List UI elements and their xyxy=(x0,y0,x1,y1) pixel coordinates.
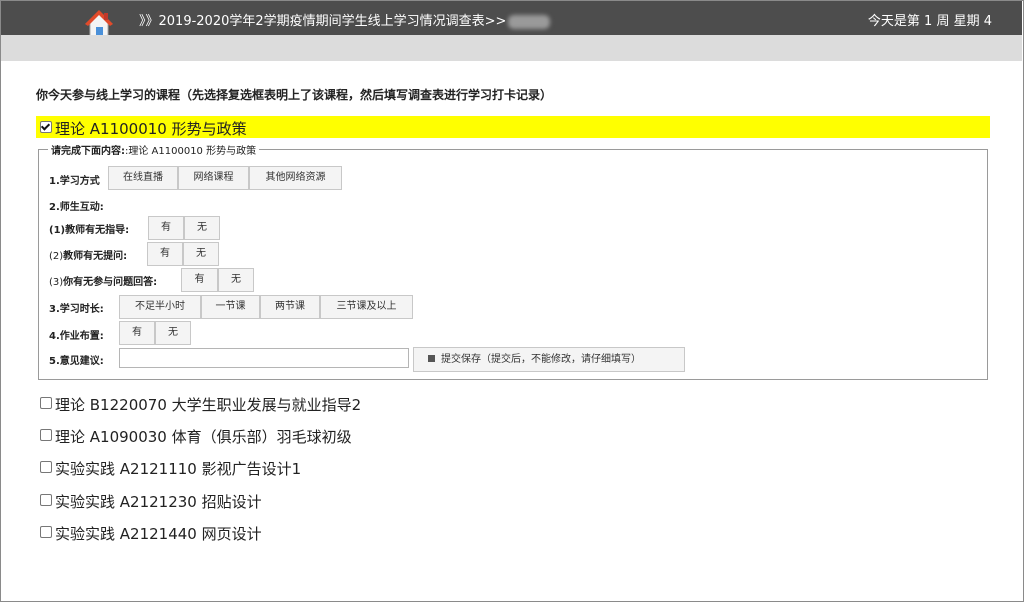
redacted-name xyxy=(508,14,551,29)
checkbox-icon[interactable] xyxy=(40,429,52,441)
answering-yes[interactable]: 有 xyxy=(181,268,218,292)
week-indicator: 今天是第 1 周 星期 4 xyxy=(867,14,992,29)
course-item-active[interactable]: 理论 A1100010 形势与政策 xyxy=(36,116,990,138)
course-item[interactable]: 实验实践 A2121440 网页设计 xyxy=(36,521,636,543)
suggestion-label: 5.意见建议: xyxy=(49,356,104,367)
course-label: 理论 A1100010 形势与政策 xyxy=(55,120,247,138)
breadcrumb-title: 》》2019-2020学年2学期疫情期间学生线上学习情况调查表>> xyxy=(139,10,551,29)
answering-text: 你有无参与问题回答: xyxy=(63,277,158,288)
answering-num: (3) xyxy=(49,277,64,288)
option-live-stream[interactable]: 在线直播 xyxy=(108,166,178,190)
checkbox-icon[interactable] xyxy=(40,526,52,538)
submit-label: 提交保存（提交后，不能修改，请仔细填写） xyxy=(441,354,641,365)
option-online-course[interactable]: 网络课程 xyxy=(178,166,249,190)
course-label: 理论 A1090030 体育（俱乐部）羽毛球初级 xyxy=(55,428,352,446)
course-item[interactable]: 理论 A1090030 体育（俱乐部）羽毛球初级 xyxy=(36,424,636,446)
questioning-no[interactable]: 无 xyxy=(183,242,219,266)
guidance-label: (1)教师有无指导: xyxy=(49,225,130,236)
course-label: 理论 B1220070 大学生职业发展与就业指导2 xyxy=(55,396,362,414)
guidance-no[interactable]: 无 xyxy=(184,216,220,240)
course-item[interactable]: 理论 B1220070 大学生职业发展与就业指导2 xyxy=(36,392,636,414)
course-item[interactable]: 实验实践 A2121110 影视广告设计1 xyxy=(36,456,636,478)
course-item[interactable]: 实验实践 A2121230 招贴设计 xyxy=(36,489,636,511)
course-label: 实验实践 A2121110 影视广告设计1 xyxy=(55,460,302,478)
question-heading: 你今天参与线上学习的课程（先选择复选框表明上了该课程，然后填写调查表进行学习打卡… xyxy=(36,88,553,102)
sub-bar xyxy=(1,35,1022,61)
guidance-yes[interactable]: 有 xyxy=(148,216,184,240)
questioning-text: 教师有无提问: xyxy=(63,251,128,262)
breadcrumb-text: 》》2019-2020学年2学期疫情期间学生线上学习情况调查表>> xyxy=(139,14,507,29)
legend-course: :理论 A1100010 形势与政策 xyxy=(125,146,257,157)
checkbox-checked-icon[interactable] xyxy=(40,121,52,133)
answering-label: (3)你有无参与问题回答: xyxy=(49,273,157,288)
checkbox-icon[interactable] xyxy=(40,494,52,506)
duration-half-hour[interactable]: 不足半小时 xyxy=(119,295,201,319)
option-other-resources[interactable]: 其他网络资源 xyxy=(249,166,342,190)
course-label: 实验实践 A2121230 招贴设计 xyxy=(55,493,262,511)
legend-bold: 请完成下面内容: xyxy=(51,146,125,157)
questioning-yes[interactable]: 有 xyxy=(147,242,183,266)
homework-yes[interactable]: 有 xyxy=(119,321,155,345)
study-method-label: 1.学习方式 xyxy=(49,176,100,187)
duration-one-class[interactable]: 一节课 xyxy=(201,295,260,319)
homework-label: 4.作业布置: xyxy=(49,331,104,342)
checkbox-icon[interactable] xyxy=(40,397,52,409)
submit-save-button[interactable]: 提交保存（提交后，不能修改，请仔细填写） xyxy=(413,347,685,372)
suggestion-input[interactable] xyxy=(119,348,409,368)
homework-no[interactable]: 无 xyxy=(155,321,191,345)
save-icon xyxy=(428,354,435,362)
duration-two-classes[interactable]: 两节课 xyxy=(260,295,320,319)
duration-three-plus[interactable]: 三节课及以上 xyxy=(320,295,413,319)
interaction-label: 2.师生互动: xyxy=(49,202,104,213)
questioning-num: (2) xyxy=(49,251,64,262)
course-label: 实验实践 A2121440 网页设计 xyxy=(55,525,262,543)
questioning-label: (2)教师有无提问: xyxy=(49,247,127,262)
checkbox-icon[interactable] xyxy=(40,461,52,473)
duration-label: 3.学习时长: xyxy=(49,304,104,315)
answering-no[interactable]: 无 xyxy=(218,268,254,292)
form-legend: 请完成下面内容::理论 A1100010 形势与政策 xyxy=(48,142,260,157)
top-bar: 》》2019-2020学年2学期疫情期间学生线上学习情况调查表>> 今天是第 1… xyxy=(1,1,1022,38)
